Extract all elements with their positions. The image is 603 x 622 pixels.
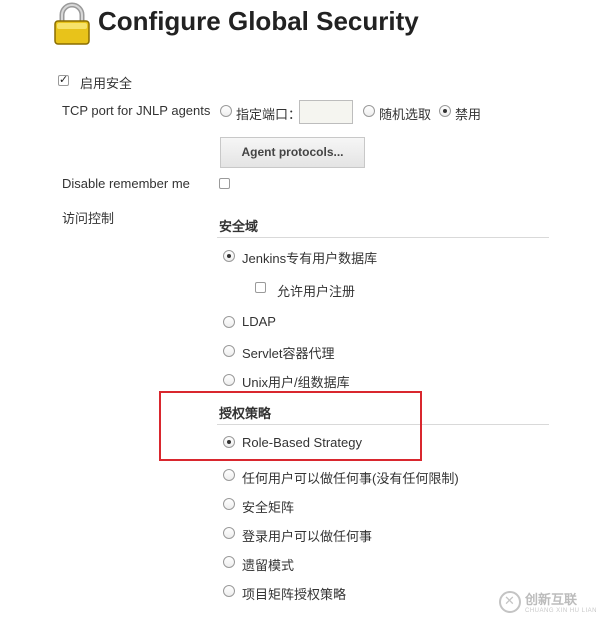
jnlp-random-radio[interactable] — [363, 105, 375, 117]
watermark-logo-icon — [498, 590, 521, 613]
jnlp-disabled-label: 禁用 — [455, 107, 482, 122]
jnlp-fixed-port-label: 指定端口： — [236, 107, 302, 122]
enable-security-checkbox[interactable] — [58, 73, 69, 86]
jnlp-port-label: TCP port for JNLP agents — [62, 103, 211, 118]
realm-jenkins-label: Jenkins专有用户数据库 — [242, 251, 378, 266]
enable-security-label: 启用安全 — [80, 76, 133, 91]
auth-matrix-label: 安全矩阵 — [242, 500, 295, 515]
auth-legacy-label: 遗留模式 — [242, 558, 295, 573]
auth-logged-in-radio[interactable] — [223, 527, 235, 539]
access-control-label: 访问控制 — [62, 211, 115, 226]
allow-signup-label: 允许用户注册 — [277, 284, 356, 299]
highlight-box — [159, 391, 422, 461]
realm-ldap-label: LDAP — [242, 314, 276, 329]
watermark-subtext: CHUANG XIN HU LIAN — [524, 608, 597, 614]
page-title: Configure Global Security — [98, 6, 419, 36]
security-realm-heading: 安全域 — [219, 219, 259, 234]
realm-unix-label: Unix用户/组数据库 — [242, 375, 350, 390]
watermark-text: 创新互联 — [524, 592, 577, 607]
realm-unix-radio[interactable] — [223, 374, 235, 386]
jnlp-disabled-radio[interactable] — [439, 105, 451, 117]
disable-remember-me-checkbox[interactable] — [219, 178, 230, 189]
realm-servlet-label: Servlet容器代理 — [242, 346, 335, 361]
watermark: 创新互联 CHUANG XIN HU LIAN — [498, 589, 597, 614]
realm-jenkins-radio[interactable] — [223, 250, 235, 262]
allow-signup-checkbox[interactable] — [255, 282, 266, 293]
auth-legacy-radio[interactable] — [223, 556, 235, 568]
security-realm-divider — [217, 237, 549, 238]
realm-ldap-radio[interactable] — [223, 316, 235, 328]
lock-icon — [50, 2, 94, 46]
agent-protocols-button[interactable]: Agent protocols... — [220, 137, 365, 168]
auth-project-matrix-label: 项目矩阵授权策略 — [242, 587, 347, 602]
auth-matrix-radio[interactable] — [223, 498, 235, 510]
disable-remember-me-label: Disable remember me — [62, 176, 190, 191]
auth-anyone-radio[interactable] — [223, 469, 235, 481]
auth-project-matrix-radio[interactable] — [223, 585, 235, 597]
jnlp-port-input[interactable] — [299, 100, 353, 124]
auth-anyone-label: 任何用户可以做任何事(没有任何限制) — [242, 471, 459, 486]
realm-servlet-radio[interactable] — [223, 345, 235, 357]
jnlp-random-label: 随机选取 — [379, 107, 432, 122]
auth-logged-in-label: 登录用户可以做任何事 — [242, 529, 373, 544]
jnlp-fixed-port-radio[interactable] — [220, 105, 232, 117]
